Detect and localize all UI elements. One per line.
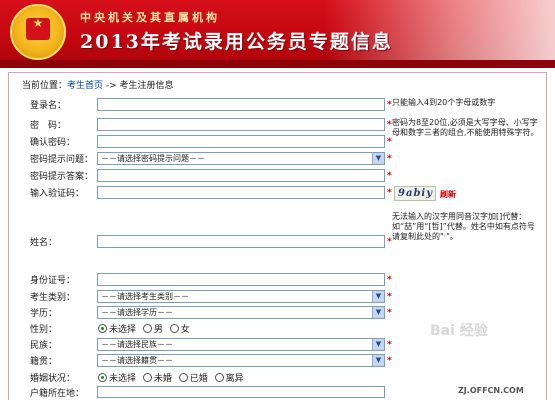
answer-required-mark: * xyxy=(387,171,392,181)
header-banner: ★ 中央机关及其直属机构 2013年考试录用公务员专题信息 xyxy=(0,0,555,68)
idcard-input[interactable] xyxy=(97,273,385,286)
captcha-refresh-link[interactable]: 刷新 xyxy=(440,189,456,200)
idcard-required-mark: * xyxy=(387,275,392,285)
name-required-mark: * xyxy=(387,237,392,247)
category-required-mark: * xyxy=(387,292,392,302)
captcha-input[interactable] xyxy=(97,186,385,199)
password-answer-input[interactable] xyxy=(97,169,385,182)
category-value: －－请选择考生类别－－ xyxy=(101,292,189,301)
confirm-password-label: 确认密码： xyxy=(30,138,76,148)
chevron-down-icon[interactable]: ▼ xyxy=(372,307,384,318)
ethnicity-label: 民族： xyxy=(30,341,58,351)
ethnicity-select[interactable]: －－请选择民族－－ ▼ xyxy=(97,338,385,351)
banner-title: 2013年考试录用公务员专题信息 xyxy=(80,31,393,53)
breadcrumb-separator: -> xyxy=(103,81,120,91)
marital-radio-divorced[interactable] xyxy=(214,373,224,382)
gender-option-female: 女 xyxy=(180,325,190,335)
site-url-watermark: ZJ.OFFCN.COM xyxy=(458,386,524,395)
username-required-mark: * xyxy=(387,100,392,110)
password-hint: 密码为8至20位,必须是大写字母、小写字母和数字三者的组合,不能使用特殊字符。 xyxy=(392,118,539,137)
hukou-label: 户籍所在地： xyxy=(30,389,85,399)
password-input[interactable] xyxy=(97,118,385,131)
name-hint: 无法输入的汉字用同音汉字加[]代替：如“喆”用“[哲]”代替。姓名中如有点符号请… xyxy=(392,212,535,241)
captcha-image: 9abiy xyxy=(394,186,436,201)
confirm-required-mark: * xyxy=(387,137,392,147)
marital-option-married: 已婚 xyxy=(189,374,208,384)
password-required-mark: * xyxy=(387,120,392,130)
password-question-select[interactable]: －－请选择密码提示问题－－ ▼ xyxy=(97,152,385,165)
marital-radio-married[interactable] xyxy=(178,373,188,382)
captcha-required-mark: * xyxy=(387,188,392,198)
password-question-label: 密码提示问题： xyxy=(30,155,94,165)
native-place-value: －－请选择籍贯－－ xyxy=(101,356,173,365)
chevron-down-icon[interactable]: ▼ xyxy=(372,291,384,302)
native-required-mark: * xyxy=(387,356,392,366)
username-input[interactable] xyxy=(97,98,385,111)
category-select[interactable]: －－请选择考生类别－－ ▼ xyxy=(97,290,385,303)
marital-radio-group: 未选择 未婚 已婚 离异 xyxy=(98,371,248,384)
confirm-password-input[interactable] xyxy=(97,135,385,148)
gender-radio-group: 未选择 男 女 xyxy=(98,322,194,335)
hukou-input[interactable] xyxy=(97,386,385,398)
marital-radio-none[interactable] xyxy=(98,373,107,382)
username-hint: 只能输入4到20个字母或数字 xyxy=(392,98,496,107)
breadcrumb-home-link[interactable]: 考生首页 xyxy=(67,81,103,91)
breadcrumb: 当前位置：考生首页 -> 考生注册信息 xyxy=(22,78,174,91)
marital-option-none: 未选择 xyxy=(109,374,137,384)
name-label: 姓名： xyxy=(30,238,58,248)
marital-radio-single[interactable] xyxy=(142,373,152,382)
native-place-label: 籍贯： xyxy=(30,357,58,367)
ethnicity-required-mark: * xyxy=(387,340,392,350)
gender-radio-female[interactable] xyxy=(169,324,179,333)
username-label: 登录名： xyxy=(30,101,67,111)
marital-label: 婚姻状况： xyxy=(30,374,76,384)
category-label: 考生类别： xyxy=(30,293,76,303)
password-label: 密 码： xyxy=(30,121,67,131)
emblem-star-icon: ★ xyxy=(32,16,44,30)
education-select[interactable]: －－请选择学历－－ ▼ xyxy=(97,306,385,319)
education-value: －－请选择学历－－ xyxy=(101,308,173,317)
education-label: 学历： xyxy=(30,309,58,319)
breadcrumb-current: 考生注册信息 xyxy=(119,81,174,91)
education-required-mark: * xyxy=(387,308,392,318)
gender-radio-none[interactable] xyxy=(98,324,107,333)
watermark-logo: Bai 经验 xyxy=(430,323,488,339)
native-place-select[interactable]: －－请选择籍贯－－ ▼ xyxy=(97,354,385,367)
banner-wave xyxy=(0,60,555,68)
chevron-down-icon[interactable]: ▼ xyxy=(372,339,384,350)
password-answer-label: 密码提示答案： xyxy=(30,172,94,182)
idcard-label: 身份证号： xyxy=(30,276,76,286)
question-required-mark: * xyxy=(387,154,392,164)
password-question-value: －－请选择密码提示问题－－ xyxy=(101,154,205,163)
ethnicity-value: －－请选择民族－－ xyxy=(101,340,173,349)
gender-label: 性别： xyxy=(30,325,58,335)
chevron-down-icon[interactable]: ▼ xyxy=(372,153,384,164)
captcha-label: 输入验证码： xyxy=(30,189,85,199)
national-emblem-icon: ★ xyxy=(10,4,66,60)
gender-option-none: 未选择 xyxy=(109,325,137,335)
breadcrumb-prefix: 当前位置： xyxy=(22,81,68,91)
marital-option-single: 未婚 xyxy=(153,374,172,384)
banner-org: 中央机关及其直属机构 xyxy=(80,11,220,24)
chevron-down-icon[interactable]: ▼ xyxy=(372,355,384,366)
marital-option-divorced: 离异 xyxy=(225,374,244,384)
gender-option-male: 男 xyxy=(153,325,163,335)
name-input[interactable] xyxy=(97,235,385,248)
gender-radio-male[interactable] xyxy=(142,324,152,333)
